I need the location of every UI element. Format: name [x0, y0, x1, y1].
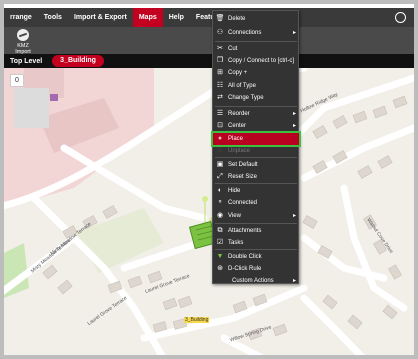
- menu-item-label: Tasks: [228, 240, 244, 246]
- center-icon: ⊡: [217, 122, 223, 129]
- menu-item-connections[interactable]: ⚇ Connections ▸: [213, 27, 299, 39]
- menu-item-label: Custom Actions: [232, 278, 274, 284]
- menu-divider: [215, 157, 297, 158]
- kmz-import-icon: [17, 29, 29, 41]
- menu-item-reorder[interactable]: ☰ Reorder ▸: [213, 108, 299, 120]
- hide-icon: ◐: [217, 187, 223, 194]
- view-icon: ◉: [216, 212, 224, 219]
- menu-item-center[interactable]: ⊡ Center ▸: [213, 120, 299, 132]
- menu-item-label: Place: [228, 136, 244, 142]
- menu-divider: [215, 183, 297, 184]
- pin-icon: ●: [217, 135, 223, 142]
- chevron-right-icon: ▸: [292, 123, 296, 129]
- menu-divider: [215, 249, 297, 250]
- menu-item-copy-plus[interactable]: ⊞ Copy +: [213, 67, 299, 79]
- menu-item-cut[interactable]: ✂ Cut: [213, 43, 299, 55]
- menu-maps[interactable]: Maps: [132, 8, 163, 27]
- cut-icon: ✂: [217, 45, 223, 52]
- level-top[interactable]: Top Level: [4, 58, 48, 65]
- change-type-icon: ⇄: [217, 94, 223, 101]
- menu-item-label: Delete: [228, 16, 246, 22]
- menu-item-copy-connect[interactable]: ❐ Copy / Connect to [ctrl-c]: [213, 55, 299, 67]
- kmz-import-button[interactable]: KMZ Import: [10, 29, 36, 55]
- menu-item-hide[interactable]: ◐ Hide: [213, 185, 299, 197]
- reorder-icon: ☰: [216, 110, 224, 117]
- menu-arrange[interactable]: rrange: [4, 8, 38, 27]
- level-current[interactable]: 3_Building: [52, 55, 104, 67]
- unplace-icon: ◌: [217, 147, 223, 154]
- link-icon: ⚇: [216, 29, 224, 36]
- menu-item-label: Cut: [228, 46, 238, 52]
- menu-item-attachments[interactable]: ⧉ Attachments: [213, 225, 299, 237]
- menu-item-label: Attachments: [228, 228, 262, 234]
- copy-plus-icon: ⊞: [217, 69, 223, 76]
- globe-icon[interactable]: [395, 12, 406, 23]
- menu-divider: [215, 223, 297, 224]
- menu-item-label: Unplace: [228, 148, 251, 154]
- map-canvas[interactable]: Misty Meadow Terrace Misty Meadow Terrac…: [4, 68, 414, 355]
- context-menu: 🗑 Delete ⚇ Connections ▸ ✂ Cut ❐ Copy / Conne…: [211, 10, 301, 287]
- all-of-type-icon: ☷: [216, 82, 224, 89]
- d-click-rule-icon: ⊛: [217, 265, 223, 272]
- menu-item-label: Change Type: [228, 95, 264, 101]
- menu-tools[interactable]: Tools: [38, 8, 68, 27]
- menu-item-label: Copy / Connect to [ctrl-c]: [228, 58, 295, 64]
- level-breadcrumb: Top Level 3_Building: [4, 54, 414, 68]
- copy-icon: ❐: [216, 57, 224, 64]
- menu-item-label: Copy +: [228, 70, 248, 76]
- menu-item-set-default[interactable]: ▣ Set Default: [213, 159, 299, 171]
- menu-item-double-click[interactable]: ▼ Double Click: [213, 251, 299, 263]
- tasks-icon: ☑: [216, 239, 224, 246]
- set-default-icon: ▣: [216, 161, 224, 168]
- reset-size-icon: ⤢: [217, 173, 223, 180]
- menu-divider: [215, 41, 297, 42]
- menu-item-label: Reorder: [228, 111, 250, 117]
- menu-item-label: All of Type: [228, 83, 256, 89]
- menu-item-label: View: [228, 213, 241, 219]
- menu-item-custom-actions[interactable]: Custom Actions ▸: [213, 275, 299, 287]
- chevron-right-icon: ▸: [292, 30, 296, 36]
- menu-import-export[interactable]: Import & Export: [68, 8, 133, 27]
- menu-item-all-of-type[interactable]: ☷ All of Type: [213, 80, 299, 92]
- building-label: 3_Building: [184, 317, 210, 323]
- attachment-icon: ⧉: [217, 227, 223, 234]
- menu-item-delete[interactable]: 🗑 Delete: [213, 13, 299, 25]
- menu-item-label: D-Click Rule: [228, 266, 262, 272]
- toolbar: KMZ Import: [4, 27, 414, 55]
- menu-divider: [215, 106, 297, 107]
- menu-item-change-type[interactable]: ⇄ Change Type: [213, 92, 299, 104]
- app-frame: rrange Tools Import & Export Maps Help F…: [0, 0, 418, 359]
- menu-item-label: Connections: [228, 30, 262, 36]
- menu-item-label: Set Default: [228, 162, 258, 168]
- menu-help[interactable]: Help: [163, 8, 190, 27]
- menu-item-label: Reset Size: [228, 174, 258, 180]
- map-graphic: [4, 68, 414, 355]
- menu-item-label: Connected: [228, 200, 258, 206]
- menu-item-d-click-rule[interactable]: ⊛ D-Click Rule: [213, 263, 299, 275]
- chevron-right-icon: ▸: [292, 278, 296, 284]
- trash-icon: 🗑: [215, 15, 225, 22]
- menu-bar: rrange Tools Import & Export Maps Help F…: [4, 8, 414, 27]
- zoom-level[interactable]: 0: [10, 74, 24, 87]
- menu-item-reset-size[interactable]: ⤢ Reset Size: [213, 171, 299, 183]
- menu-item-unplace: ◌ Unplace: [213, 145, 299, 157]
- chevron-right-icon: ▸: [292, 213, 296, 219]
- connected-icon: ⚬: [217, 199, 223, 206]
- menu-item-label: Double Click: [228, 254, 262, 260]
- menu-item-view[interactable]: ◉ View ▸: [213, 210, 299, 222]
- menu-item-place[interactable]: ● Place: [211, 131, 301, 147]
- menu-item-tasks[interactable]: ☑ Tasks: [213, 237, 299, 249]
- menu-item-label: Center: [228, 123, 247, 129]
- menu-item-label: Hide: [228, 188, 241, 194]
- menu-item-connected[interactable]: ⚬ Connected: [213, 197, 299, 209]
- chevron-right-icon: ▸: [292, 111, 296, 117]
- double-click-icon: ▼: [216, 253, 224, 260]
